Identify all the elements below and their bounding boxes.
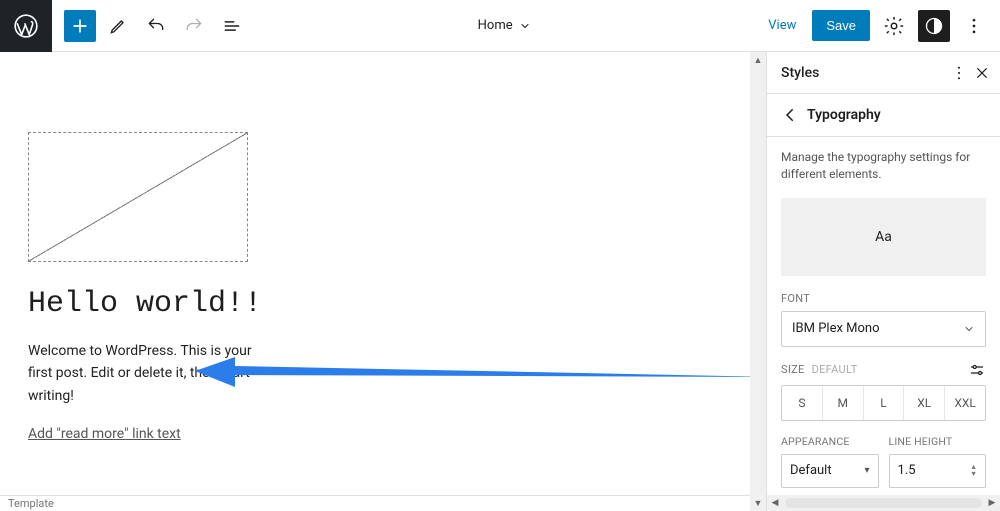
- page-title-text: Home: [478, 18, 513, 33]
- panel-menu-button[interactable]: [950, 64, 968, 82]
- post-title[interactable]: Hello world!!: [28, 286, 300, 322]
- appearance-select[interactable]: Default ▾: [781, 454, 879, 488]
- font-label: FONT: [767, 292, 1000, 305]
- preview-sample: Aa: [875, 229, 892, 245]
- typography-breadcrumb[interactable]: Typography: [767, 94, 1000, 137]
- wordpress-icon: [13, 13, 39, 39]
- page-title-dropdown[interactable]: Home: [248, 18, 760, 33]
- chevron-down-icon: [519, 20, 531, 32]
- styles-panel: Styles Typography Manage the typography …: [766, 52, 1000, 511]
- footer-template-label: Template: [8, 497, 54, 510]
- size-segmented[interactable]: S M L XL XXL: [781, 385, 986, 421]
- appearance-lineheight-row: APPEARANCE Default ▾ LINE HEIGHT 1.5 ▲▼: [767, 435, 1000, 495]
- typography-description: Manage the typography settings for diffe…: [767, 137, 1000, 198]
- panel-horizontal-scrollbar[interactable]: ◀ ▶: [767, 495, 1000, 511]
- canvas-vertical-scrollbar[interactable]: ▲ ▼: [750, 52, 766, 511]
- size-option-xl[interactable]: XL: [904, 386, 945, 420]
- block-inserter-button[interactable]: [64, 10, 96, 42]
- size-option-m[interactable]: M: [823, 386, 864, 420]
- close-icon: [974, 65, 990, 81]
- plus-icon: [70, 16, 90, 36]
- kebab-icon: [950, 64, 968, 82]
- featured-image-placeholder[interactable]: [28, 132, 248, 262]
- toolbar-right: View Save: [760, 10, 1000, 42]
- scroll-up-arrow-icon[interactable]: ▲: [750, 52, 766, 68]
- undo-icon: [146, 16, 166, 36]
- size-label-row: SIZE DEFAULT: [767, 361, 1000, 379]
- scroll-track[interactable]: [785, 498, 982, 508]
- pencil-icon: [108, 16, 128, 36]
- undo-button[interactable]: [140, 10, 172, 42]
- gear-icon: [883, 15, 905, 37]
- number-spinner-icon[interactable]: ▲▼: [970, 464, 977, 478]
- scroll-left-arrow-icon[interactable]: ◀: [767, 498, 783, 508]
- chevron-left-icon: [781, 106, 799, 124]
- editor-body: Hello world!! Welcome to WordPress. This…: [0, 52, 1000, 511]
- view-button[interactable]: View: [760, 12, 804, 39]
- size-option-s[interactable]: S: [782, 386, 823, 420]
- chevron-down-icon: [963, 323, 975, 335]
- options-button[interactable]: [958, 10, 990, 42]
- styles-button[interactable]: [918, 10, 950, 42]
- editor-topbar: Home View Save: [0, 0, 1000, 52]
- redo-icon: [184, 16, 204, 36]
- post-preview: Hello world!! Welcome to WordPress. This…: [0, 52, 300, 442]
- styles-panel-title: Styles: [781, 65, 819, 81]
- sliders-icon[interactable]: [968, 361, 986, 379]
- save-button[interactable]: Save: [812, 10, 870, 41]
- panel-close-button[interactable]: [974, 65, 990, 81]
- typography-preview: Aa: [781, 198, 986, 276]
- canvas-content: Hello world!! Welcome to WordPress. This…: [0, 52, 750, 495]
- size-option-l[interactable]: L: [864, 386, 905, 420]
- edit-tool-button[interactable]: [102, 10, 134, 42]
- lineheight-label: LINE HEIGHT: [889, 435, 987, 448]
- chevron-down-icon: ▾: [864, 465, 869, 476]
- appearance-value: Default: [790, 463, 832, 478]
- styles-panel-body: Manage the typography settings for diffe…: [767, 137, 1000, 495]
- scroll-track[interactable]: [750, 68, 766, 495]
- scroll-down-arrow-icon[interactable]: ▼: [750, 495, 766, 511]
- size-option-xxl[interactable]: XXL: [945, 386, 985, 420]
- styles-panel-header: Styles: [767, 52, 1000, 94]
- contrast-icon: [924, 16, 944, 36]
- kebab-icon: [964, 16, 984, 36]
- editor-canvas[interactable]: Hello world!! Welcome to WordPress. This…: [0, 52, 766, 511]
- toolbar-left: [52, 10, 248, 42]
- typography-title: Typography: [807, 107, 881, 123]
- wordpress-logo[interactable]: [0, 0, 52, 52]
- list-icon: [222, 16, 242, 36]
- editor-footer: Template: [0, 495, 750, 511]
- lineheight-input[interactable]: 1.5 ▲▼: [889, 454, 987, 488]
- appearance-label: APPEARANCE: [781, 435, 879, 448]
- lineheight-value: 1.5: [898, 463, 916, 478]
- post-excerpt[interactable]: Welcome to WordPress. This is your first…: [28, 340, 268, 407]
- redo-button[interactable]: [178, 10, 210, 42]
- font-select[interactable]: IBM Plex Mono: [781, 311, 986, 347]
- settings-button[interactable]: [878, 10, 910, 42]
- font-value: IBM Plex Mono: [792, 321, 880, 336]
- document-overview-button[interactable]: [216, 10, 248, 42]
- read-more-placeholder[interactable]: Add "read more" link text: [28, 426, 181, 442]
- scroll-right-arrow-icon[interactable]: ▶: [984, 498, 1000, 508]
